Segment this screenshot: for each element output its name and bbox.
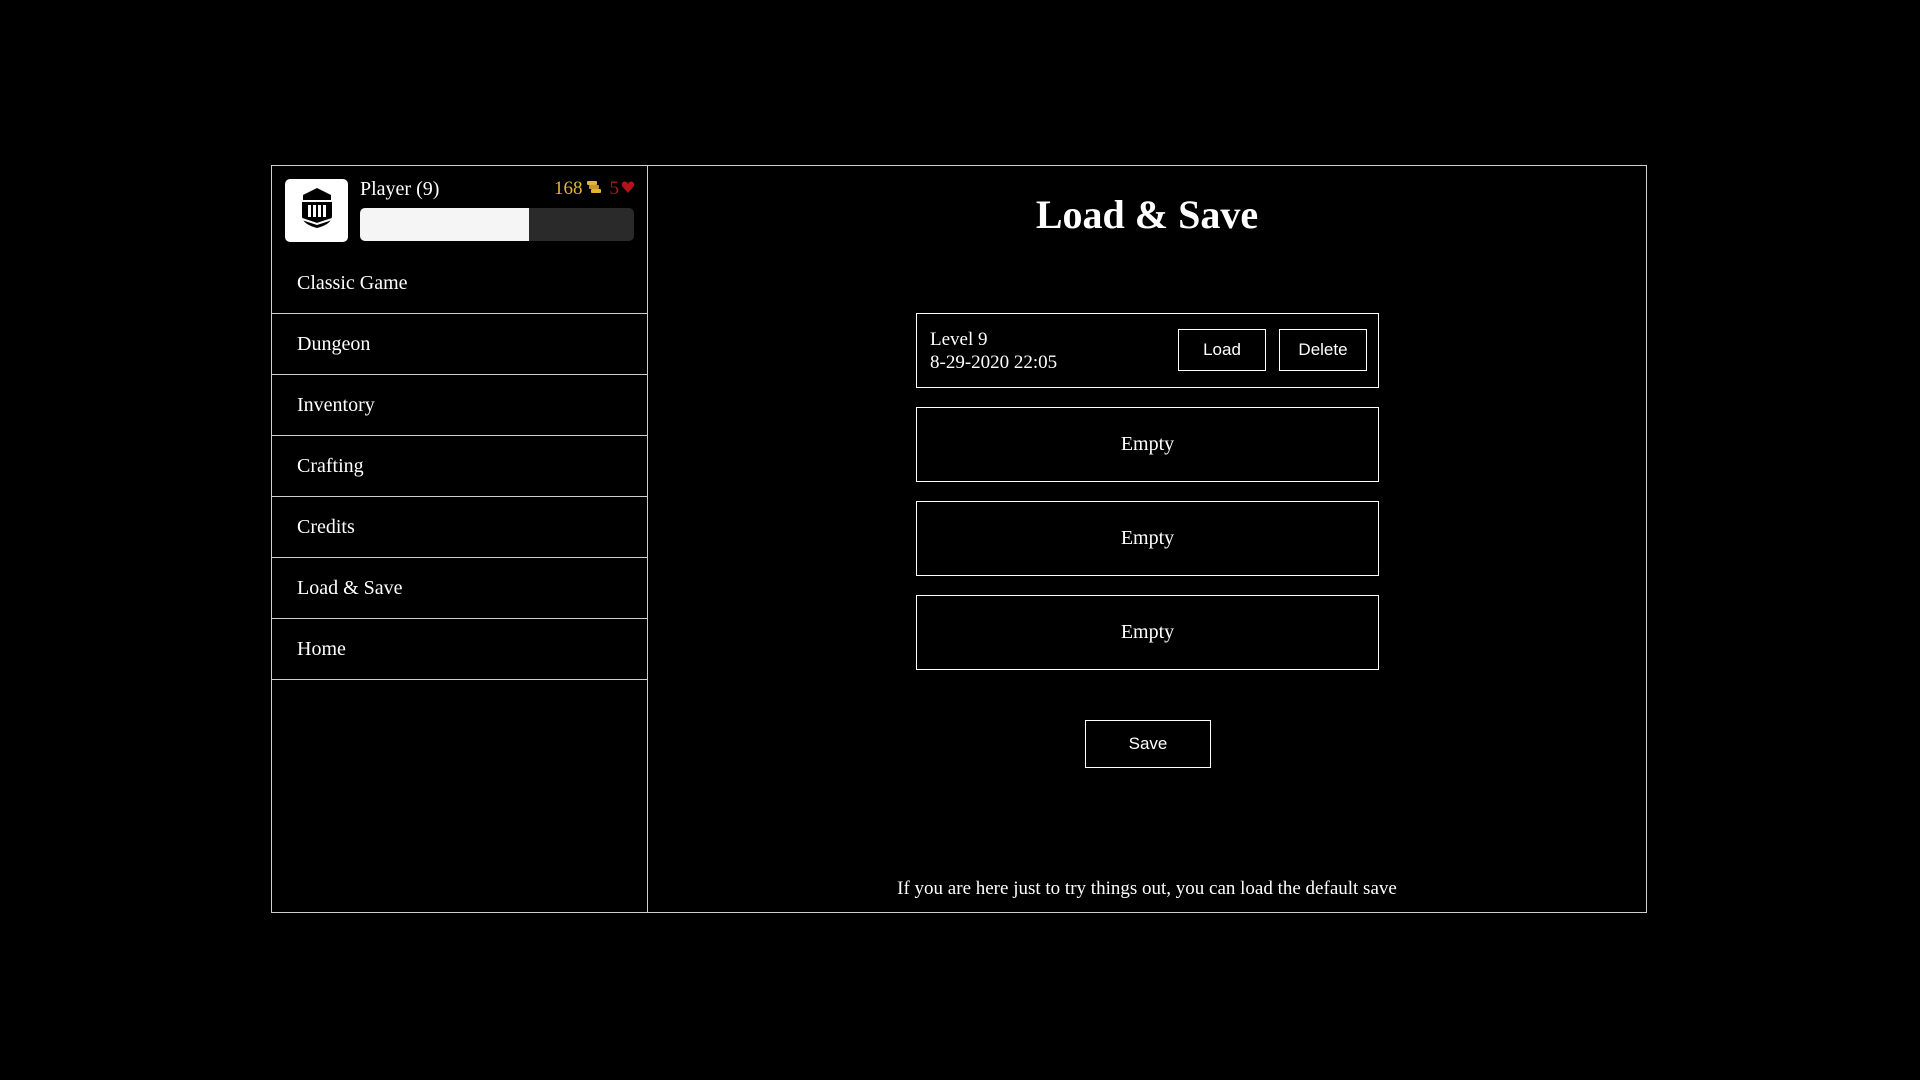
sidebar-item-crafting[interactable]: Crafting — [272, 436, 647, 497]
save-slot-date: 8-29-2020 22:05 — [930, 352, 1058, 373]
save-slot-1: Level 9 8-29-2020 22:05 Load Delete — [916, 313, 1379, 388]
sidebar-item-dungeon[interactable]: Dungeon — [272, 314, 647, 375]
hearts-amount: 5 — [609, 178, 620, 199]
currency-display: 168 5 — [554, 178, 635, 200]
save-slot-2[interactable]: Empty — [916, 407, 1379, 482]
xp-bar-fill — [360, 208, 529, 241]
heart-icon — [621, 178, 635, 200]
player-name: Player (9) — [360, 178, 440, 200]
default-save-hint: If you are here just to try things out, … — [897, 878, 1397, 899]
sidebar-item-home[interactable]: Home — [272, 619, 647, 680]
sidebar-item-credits[interactable]: Credits — [272, 497, 647, 558]
save-slot-4[interactable]: Empty — [916, 595, 1379, 670]
main-panel: Load & Save Level 9 8-29-2020 22:05 Load… — [648, 166, 1646, 912]
coins-icon — [586, 178, 602, 200]
save-button[interactable]: Save — [1085, 720, 1211, 768]
sidebar: Player (9) 168 5 Classic Game Dungeon In… — [272, 166, 648, 912]
save-slot-level: Level 9 — [930, 329, 988, 350]
save-slot-info: Level 9 8-29-2020 22:05 — [930, 328, 1057, 374]
xp-bar — [360, 208, 634, 241]
player-header: Player (9) 168 5 — [272, 166, 647, 253]
gold-counter: 168 — [554, 178, 602, 200]
knight-helmet-icon — [297, 186, 337, 235]
gold-amount: 168 — [554, 178, 583, 199]
save-slot-3[interactable]: Empty — [916, 501, 1379, 576]
sidebar-item-inventory[interactable]: Inventory — [272, 375, 647, 436]
game-window: Player (9) 168 5 Classic Game Dungeon In… — [271, 165, 1647, 913]
page-title: Load & Save — [1035, 192, 1259, 237]
avatar — [285, 179, 348, 242]
save-slots: Level 9 8-29-2020 22:05 Load Delete Empt… — [916, 313, 1379, 689]
load-button[interactable]: Load — [1178, 329, 1266, 371]
sidebar-item-load-save[interactable]: Load & Save — [272, 558, 647, 619]
sidebar-item-classic-game[interactable]: Classic Game — [272, 253, 647, 314]
hearts-counter: 5 — [610, 178, 636, 200]
delete-button[interactable]: Delete — [1279, 329, 1367, 371]
